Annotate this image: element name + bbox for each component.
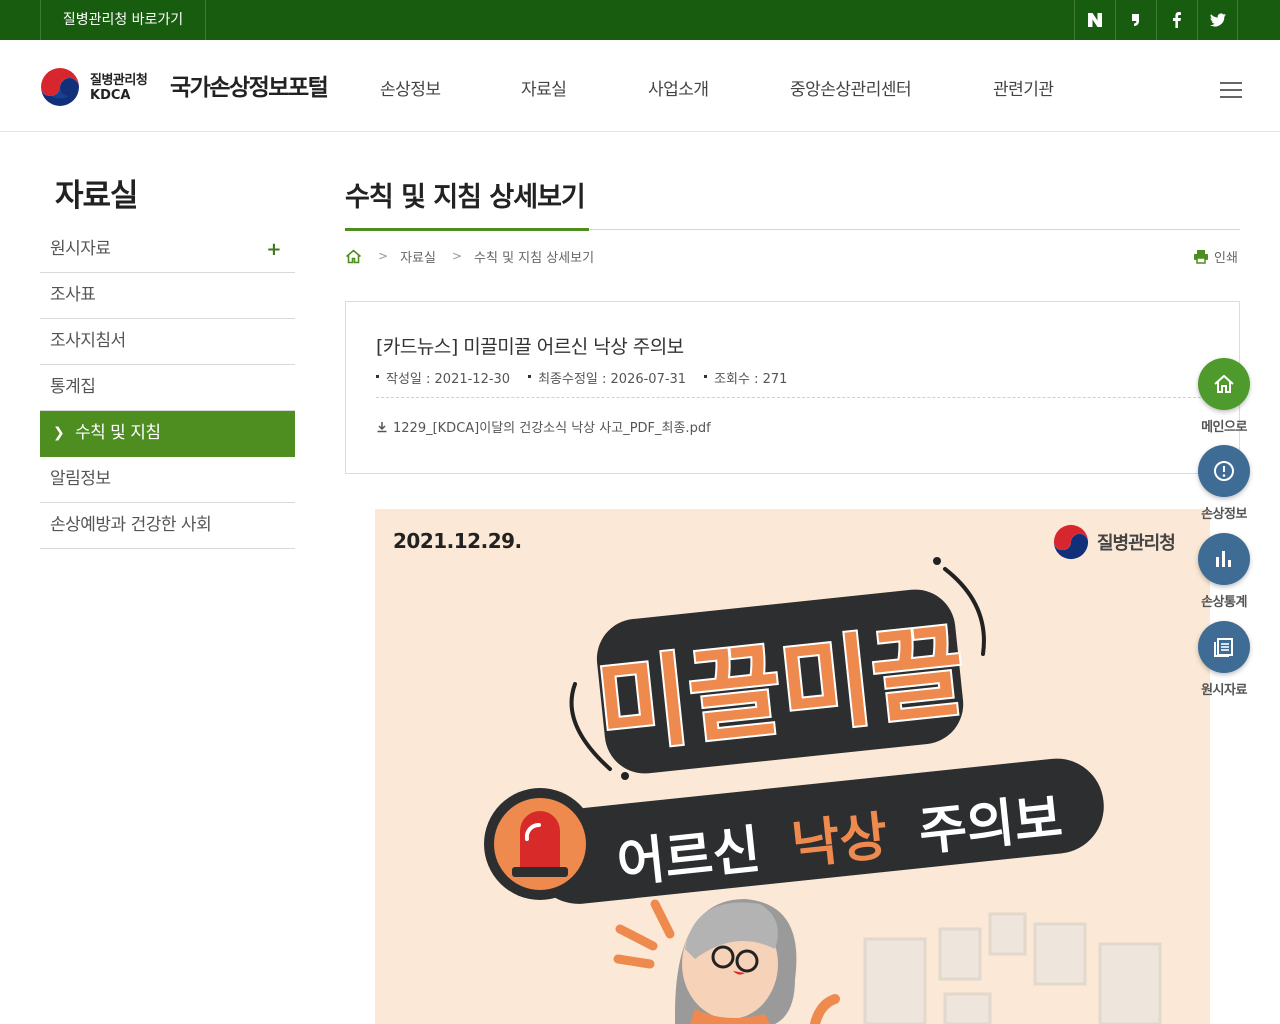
- top-utility-bar: 질병관리청 바로가기: [0, 0, 1280, 40]
- quick-label: 메인으로: [1201, 420, 1247, 435]
- sidebar-item-survey-guide[interactable]: 조사지침서: [40, 319, 295, 365]
- quick-label: 손상정보: [1201, 507, 1247, 522]
- site-header: 질병관리청 KDCA 국가손상정보포털 손상정보 자료실 사업소개 중앙손상관리…: [0, 40, 1280, 132]
- title-accent-line: [345, 228, 589, 231]
- portal-logo[interactable]: 국가손상정보포털: [170, 68, 329, 102]
- quick-label: 손상통계: [1201, 595, 1247, 610]
- printer-icon: [1194, 250, 1208, 264]
- view-count: 조회수 : 271: [704, 368, 787, 387]
- quick-injury-info-button[interactable]: 손상정보: [1196, 445, 1252, 522]
- chevron-right-icon: ❯: [53, 425, 65, 441]
- sidebar-item-raw-data[interactable]: 원시자료 +: [40, 227, 295, 273]
- home-icon[interactable]: [345, 248, 362, 264]
- print-button[interactable]: 인쇄: [1193, 247, 1238, 266]
- document-list-icon: [1198, 621, 1250, 673]
- card-news-image: 2021.12.29. 질병관리청 미끌미끌 어르신 낙상 주의보: [375, 509, 1210, 1024]
- alert-circle-icon: [1198, 445, 1250, 497]
- nav-central-center[interactable]: 중앙손상관리센터: [790, 75, 912, 100]
- home-icon: [1198, 358, 1250, 410]
- attachment-link[interactable]: 1229_[KDCA]이달의 건강소식 낙상 사고_PDF_최종.pdf: [376, 417, 711, 436]
- subtitle-banner: 어르신 낙상 주의보: [484, 758, 1104, 904]
- nav-related-orgs[interactable]: 관련기관: [993, 75, 1054, 100]
- nav-business-intro[interactable]: 사업소개: [648, 75, 709, 100]
- quick-injury-stats-button[interactable]: 손상통계: [1196, 533, 1252, 610]
- nav-resources[interactable]: 자료실: [521, 75, 567, 100]
- breadcrumb-resources[interactable]: 자료실: [400, 247, 436, 266]
- card-subtitle-2: 낙상: [789, 807, 890, 877]
- attachment-filename: 1229_[KDCA]이달의 건강소식 낙상 사고_PDF_최종.pdf: [393, 421, 711, 436]
- agency-name-en: KDCA: [90, 88, 131, 103]
- twitter-icon[interactable]: [1197, 0, 1238, 40]
- breadcrumb: > 자료실 > 수칙 및 지침 상세보기: [345, 246, 594, 266]
- sidebar-item-label: 원시자료: [50, 239, 111, 259]
- sidebar-item-questionnaire[interactable]: 조사표: [40, 273, 295, 319]
- download-icon: [377, 421, 387, 432]
- sidebar-menu: 원시자료 + 조사표 조사지침서 통계집 ❯ 수칙 및 지침 알림정보 손상예방…: [40, 227, 295, 549]
- sidebar-item-notices[interactable]: 알림정보: [40, 457, 295, 503]
- page-title: 수칙 및 지침 상세보기: [345, 182, 586, 213]
- created-date: 작성일 : 2021-12-30: [376, 368, 510, 387]
- naver-blog-icon[interactable]: [1074, 0, 1115, 40]
- sidebar-item-statistics[interactable]: 통계집: [40, 365, 295, 411]
- sidebar-item-label: 손상예방과 건강한 사회: [50, 515, 212, 535]
- sidebar-title: 자료실: [55, 178, 139, 214]
- quick-label: 원시자료: [1201, 683, 1247, 698]
- bar-chart-icon: [1198, 533, 1250, 585]
- kdca-emblem-icon[interactable]: [40, 67, 80, 107]
- kdca-shortcut-link[interactable]: 질병관리청 바로가기: [40, 0, 206, 40]
- card-illustration: 미끌미끌 어르신 낙상 주의보: [484, 557, 1162, 1024]
- quick-main-button[interactable]: 메인으로: [1196, 358, 1252, 435]
- quick-raw-data-button[interactable]: 원시자료: [1196, 621, 1252, 698]
- article-info-box: [카드뉴스] 미끌미끌 어르신 낙상 주의보 작성일 : 2021-12-30 …: [345, 301, 1240, 474]
- breadcrumb-separator-icon: >: [378, 249, 389, 263]
- meta-divider: [376, 397, 1211, 398]
- sidebar-item-healthy-society[interactable]: 손상예방과 건강한 사회: [40, 503, 295, 549]
- sidebar-item-label: 조사표: [50, 285, 96, 305]
- article-meta: 작성일 : 2021-12-30 최종수정일 : 2026-07-31 조회수 …: [376, 368, 805, 387]
- agency-name-ko: 질병관리청: [90, 73, 148, 88]
- sidebar-item-guidelines[interactable]: ❯ 수칙 및 지침: [40, 411, 295, 457]
- print-label: 인쇄: [1214, 251, 1238, 266]
- headline-block: 미끌미끌: [590, 589, 972, 774]
- sidebar-item-label: 알림정보: [50, 469, 111, 489]
- sidebar-item-label: 수칙 및 지침: [75, 423, 161, 443]
- article-title: [카드뉴스] 미끌미끌 어르신 낙상 주의보: [376, 336, 684, 358]
- breadcrumb-current: 수칙 및 지침 상세보기: [474, 250, 595, 266]
- facebook-icon[interactable]: [1156, 0, 1197, 40]
- breadcrumb-separator-icon: >: [451, 249, 463, 263]
- expand-plus-icon[interactable]: +: [266, 227, 281, 272]
- naver-post-icon[interactable]: [1115, 0, 1156, 40]
- hamburger-menu-icon[interactable]: [1220, 82, 1242, 98]
- nav-injury-info[interactable]: 손상정보: [380, 75, 441, 100]
- modified-date: 최종수정일 : 2026-07-31: [528, 368, 686, 387]
- sidebar-item-label: 조사지침서: [50, 331, 126, 351]
- sidebar-item-label: 통계집: [50, 377, 96, 397]
